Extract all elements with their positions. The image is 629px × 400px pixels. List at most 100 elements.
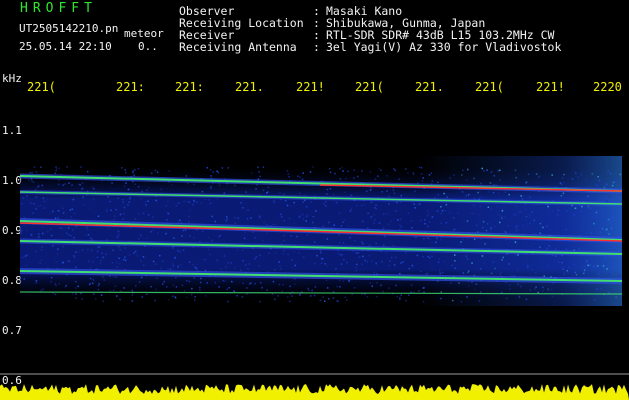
noise-dot	[495, 183, 497, 186]
noise-dot	[294, 264, 296, 267]
noise-dot	[194, 296, 196, 298]
noise-dot	[103, 279, 105, 281]
noise-dot	[477, 191, 479, 194]
noise-dot	[388, 287, 390, 289]
noise-dot	[22, 197, 25, 199]
amplitude-bar	[0, 373, 629, 400]
noise-dot	[233, 267, 236, 269]
noise-dot	[279, 192, 281, 194]
noise-dot	[570, 205, 573, 208]
noise-dot	[302, 201, 304, 203]
noise-dot	[299, 293, 301, 295]
noise-dot	[252, 231, 254, 233]
noise-dot	[408, 267, 410, 270]
noise-dot	[581, 171, 583, 173]
noise-dot	[277, 295, 279, 297]
noise-dot	[81, 182, 84, 184]
noise-dot	[200, 202, 202, 204]
noise-dot	[227, 261, 229, 264]
noise-dot	[259, 216, 261, 219]
noise-dot	[606, 183, 608, 185]
noise-dot	[129, 198, 131, 200]
noise-dot	[93, 279, 95, 282]
noise-dot	[199, 289, 201, 291]
noise-dot	[614, 180, 617, 183]
noise-dot	[506, 243, 509, 245]
noise-dot	[274, 298, 276, 301]
noise-dot	[54, 172, 57, 174]
info-value-antenna: 3el Yagi(V) Az 330 for Vladivostok	[326, 40, 562, 54]
noise-dot	[73, 212, 76, 215]
noise-dot	[501, 259, 503, 261]
noise-dot	[490, 272, 493, 275]
noise-dot	[419, 203, 421, 205]
noise-dot	[414, 207, 416, 209]
noise-dot	[466, 258, 469, 260]
noise-dot	[118, 257, 120, 260]
noise-dot	[607, 218, 610, 221]
noise-dot	[201, 230, 204, 232]
noise-dot	[535, 204, 537, 206]
noise-dot	[43, 207, 46, 209]
noise-dot	[399, 218, 402, 221]
noise-dot	[123, 213, 125, 215]
noise-dot	[453, 217, 455, 219]
noise-dot	[537, 176, 540, 179]
noise-dot	[586, 193, 588, 195]
noise-dot	[83, 204, 86, 206]
noise-dot	[480, 182, 482, 185]
noise-dot	[225, 220, 227, 222]
noise-dot	[77, 285, 79, 288]
noise-dot	[400, 294, 402, 296]
noise-dot	[286, 170, 289, 172]
noise-dot	[40, 249, 43, 251]
noise-dot	[296, 235, 298, 238]
noise-dot	[122, 218, 124, 220]
noise-dot	[332, 297, 335, 299]
noise-dot	[475, 283, 478, 285]
noise-dot	[137, 237, 140, 240]
noise-dot	[563, 173, 565, 176]
noise-dot	[572, 274, 574, 277]
noise-dot	[302, 172, 304, 174]
noise-dot	[192, 203, 194, 206]
noise-dot	[283, 193, 285, 196]
noise-dot	[195, 267, 198, 270]
noise-dot	[68, 260, 71, 263]
noise-dot	[21, 202, 23, 205]
noise-dot	[533, 219, 535, 222]
noise-dot	[392, 189, 395, 191]
count-label: 0..	[138, 40, 158, 53]
noise-dot	[599, 182, 601, 185]
noise-dot	[136, 253, 138, 256]
noise-dot	[440, 206, 442, 208]
noise-dot	[273, 199, 275, 202]
noise-dot	[140, 234, 142, 237]
noise-dot	[140, 276, 143, 279]
noise-dot	[548, 245, 551, 247]
noise-dot	[508, 193, 510, 196]
noise-dot	[80, 166, 82, 168]
noise-dot	[580, 219, 582, 222]
noise-dot	[440, 222, 442, 224]
noise-dot	[95, 298, 97, 300]
noise-dot	[141, 190, 143, 193]
noise-dot	[236, 295, 238, 297]
noise-dot	[399, 298, 401, 300]
info-label-antenna: Receiving Antenna	[179, 40, 297, 54]
noise-dot	[408, 294, 410, 296]
noise-dot	[525, 215, 528, 218]
noise-dot	[437, 181, 439, 184]
noise-dot	[214, 281, 217, 284]
noise-dot	[608, 233, 610, 235]
noise-dot	[216, 198, 219, 200]
noise-dot	[40, 289, 43, 292]
noise-dot	[490, 229, 493, 232]
noise-dot	[381, 191, 383, 193]
noise-dot	[324, 205, 327, 207]
noise-dot	[357, 175, 359, 178]
noise-dot	[201, 190, 204, 193]
noise-dot	[565, 248, 568, 250]
noise-dot	[62, 184, 64, 186]
noise-dot	[326, 193, 328, 195]
